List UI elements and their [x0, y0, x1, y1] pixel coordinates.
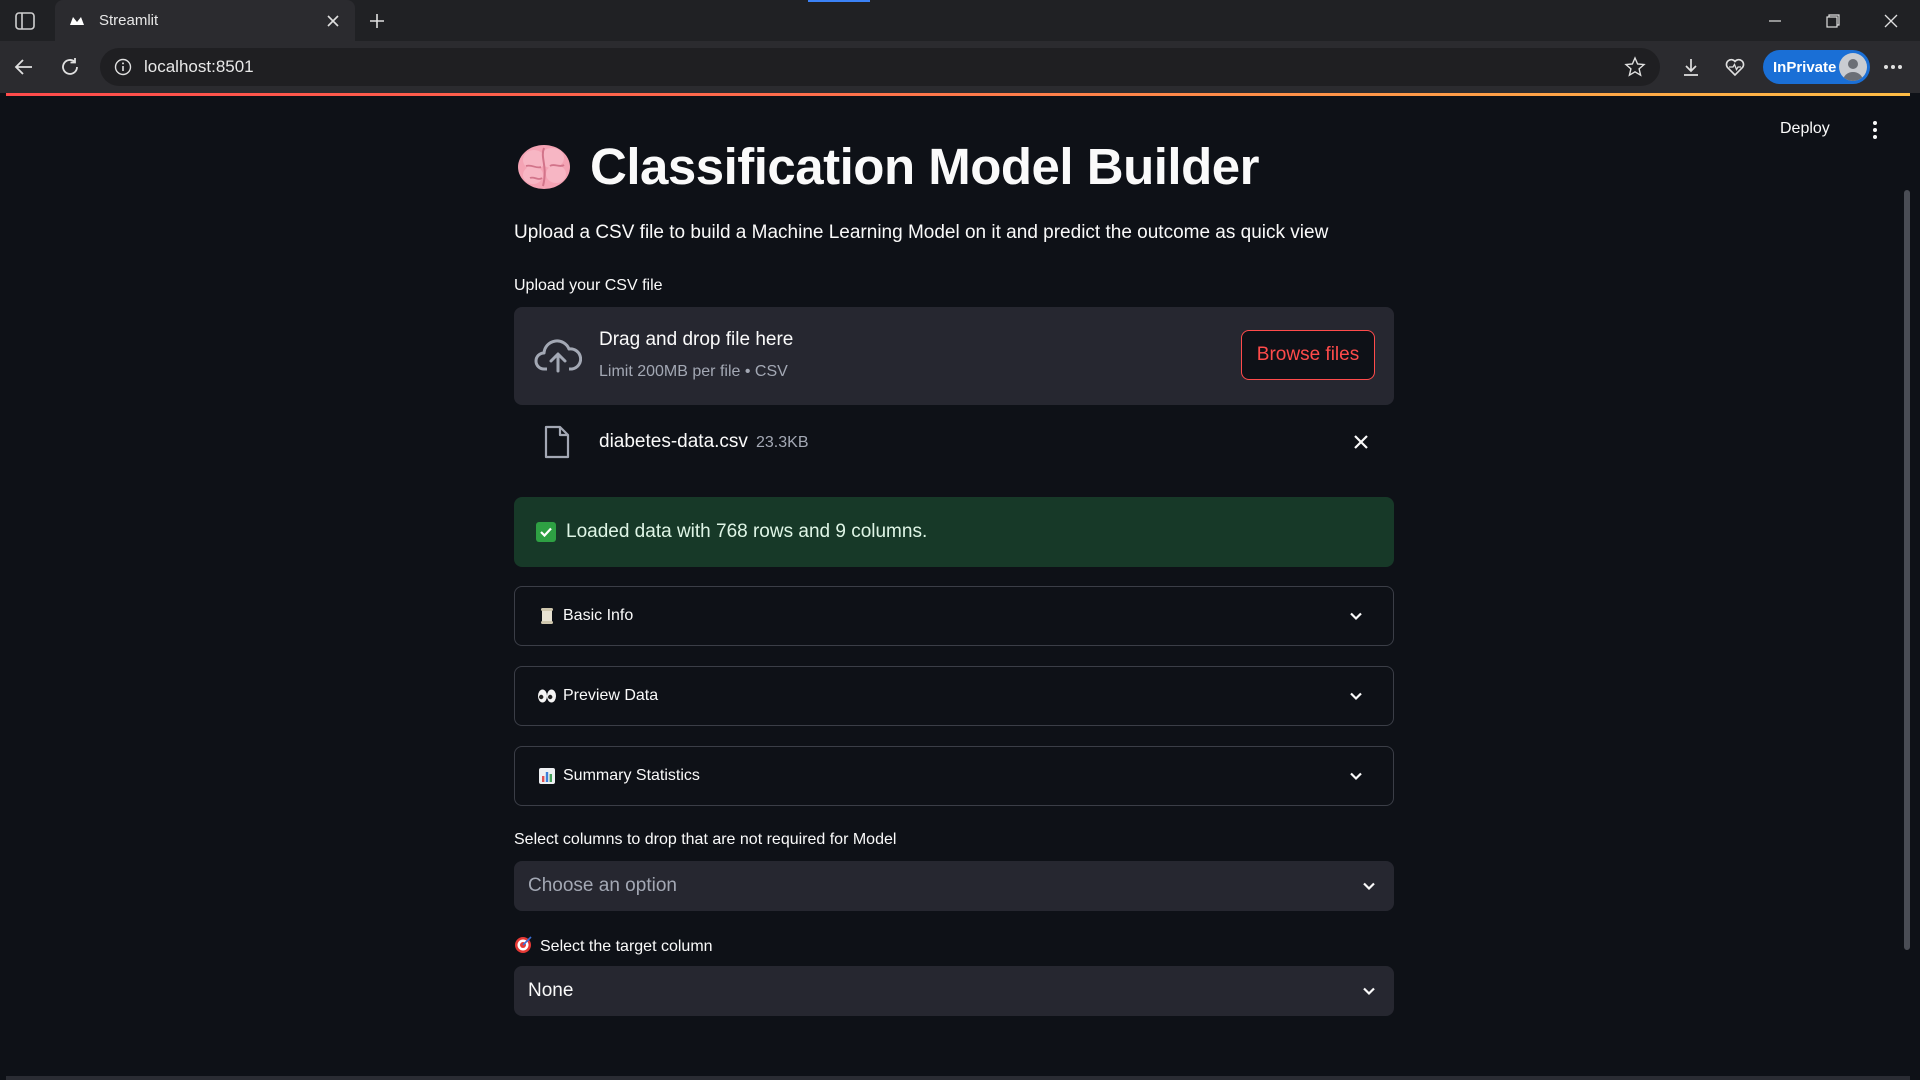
- target-icon: [514, 936, 532, 954]
- expander-summary-statistics[interactable]: Summary Statistics: [514, 746, 1394, 806]
- scrollbar[interactable]: [1904, 190, 1910, 950]
- chevron-down-icon: [1345, 765, 1367, 787]
- chevron-down-icon: [1358, 980, 1380, 1002]
- streamlit-favicon-icon: [69, 13, 85, 29]
- success-message: Loaded data with 768 rows and 9 columns.: [566, 521, 928, 542]
- browser-tab[interactable]: Streamlit: [55, 0, 355, 41]
- browser-essentials-icon[interactable]: [1722, 54, 1748, 80]
- uploaded-file-row: diabetes-data.csv 23.3KB: [514, 416, 1394, 470]
- favorite-star-icon[interactable]: [1624, 56, 1646, 78]
- scroll-icon: [537, 606, 557, 626]
- horizontal-scrollbar: [6, 1076, 1910, 1080]
- expander-preview-data[interactable]: Preview Data: [514, 666, 1394, 726]
- eyes-icon: [537, 686, 557, 706]
- title-row: Classification Model Builder: [514, 136, 1259, 196]
- main-menu-icon[interactable]: [1866, 118, 1884, 142]
- uploader-label: Upload your CSV file: [514, 277, 663, 294]
- cloud-upload-icon: [534, 335, 583, 377]
- check-mark-icon: [536, 522, 556, 542]
- chevron-down-icon: [1345, 605, 1367, 627]
- downloads-icon[interactable]: [1678, 54, 1704, 80]
- success-alert: Loaded data with 768 rows and 9 columns.: [514, 497, 1394, 567]
- browser-titlebar: Streamlit: [0, 0, 1920, 41]
- uploaded-file-name: diabetes-data.csv: [599, 431, 748, 452]
- bar-chart-icon: [537, 766, 557, 786]
- browser-toolbar: localhost:8501 InPrivate: [0, 41, 1920, 93]
- uploaded-file-size: 23.3KB: [756, 434, 809, 451]
- deploy-button[interactable]: Deploy: [1780, 120, 1830, 138]
- restore-icon[interactable]: [1818, 8, 1848, 34]
- file-icon: [542, 424, 572, 460]
- site-info-icon[interactable]: [114, 58, 132, 76]
- expander-label: Basic Info: [563, 607, 634, 624]
- expander-label: Preview Data: [563, 687, 659, 704]
- target-column-value: None: [528, 980, 574, 1001]
- more-options-icon[interactable]: [1880, 54, 1906, 80]
- drop-columns-multiselect[interactable]: Choose an option: [514, 861, 1394, 911]
- avatar: [1839, 53, 1867, 81]
- remove-file-icon[interactable]: [1349, 430, 1373, 454]
- address-bar[interactable]: localhost:8501: [100, 48, 1660, 86]
- upload-limit-text: Limit 200MB per file • CSV: [599, 363, 788, 380]
- back-icon[interactable]: [11, 54, 37, 80]
- url-text: localhost:8501: [144, 57, 254, 76]
- close-window-icon[interactable]: [1876, 8, 1906, 34]
- chevron-down-icon: [1345, 685, 1367, 707]
- drop-columns-label: Select columns to drop that are not requ…: [514, 831, 897, 848]
- tab-title: Streamlit: [99, 12, 159, 29]
- browse-files-button[interactable]: Browse files: [1241, 330, 1375, 380]
- brain-icon: [514, 136, 574, 196]
- expander-basic-info[interactable]: Basic Info: [514, 586, 1394, 646]
- inprivate-label: InPrivate: [1773, 58, 1837, 76]
- chevron-down-icon: [1358, 875, 1380, 897]
- minimize-icon[interactable]: [1760, 8, 1790, 34]
- tab-actions-icon[interactable]: [14, 10, 36, 32]
- expander-label: Summary Statistics: [563, 767, 700, 784]
- close-tab-icon[interactable]: [323, 11, 343, 31]
- page-subtitle: Upload a CSV file to build a Machine Lea…: [514, 222, 1329, 243]
- drop-columns-placeholder: Choose an option: [528, 875, 677, 896]
- file-uploader-dropzone[interactable]: Drag and drop file here Limit 200MB per …: [514, 307, 1394, 405]
- target-column-select[interactable]: None: [514, 966, 1394, 1016]
- loading-indicator: [808, 0, 870, 2]
- refresh-icon[interactable]: [57, 54, 83, 80]
- target-column-label: Select the target column: [540, 938, 713, 955]
- inprivate-badge[interactable]: InPrivate: [1763, 50, 1870, 84]
- drop-instructions: Drag and drop file here: [599, 329, 794, 350]
- target-column-label-row: Select the target column: [514, 936, 713, 956]
- new-tab-icon[interactable]: [364, 8, 390, 34]
- page-title: Classification Model Builder: [590, 137, 1259, 195]
